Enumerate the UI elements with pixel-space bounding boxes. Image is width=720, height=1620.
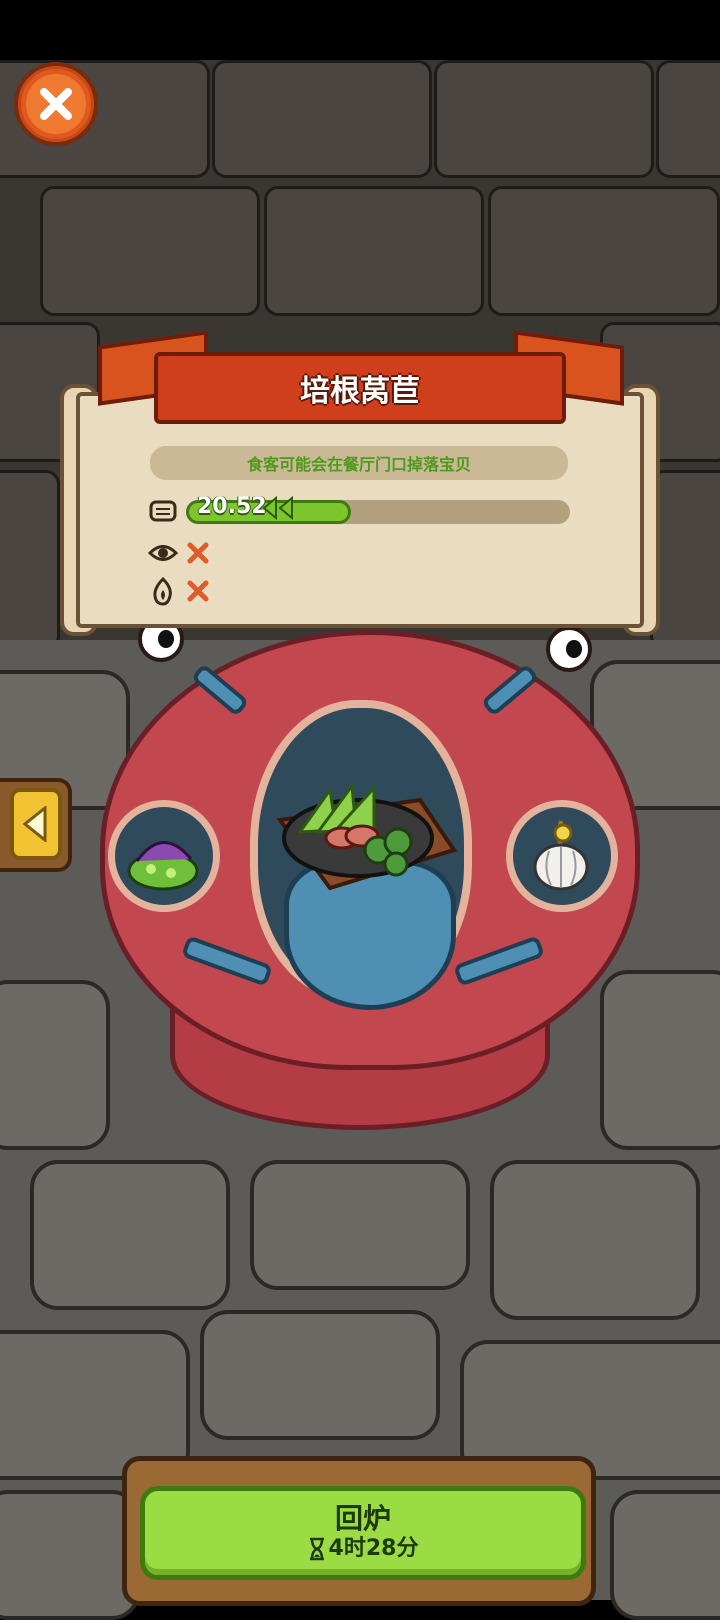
unavailable-x-icon xyxy=(187,542,209,564)
table-icon xyxy=(149,500,177,522)
dish-description-bar: 食客可能会在餐厅门口掉落宝贝 xyxy=(150,446,568,480)
bacon-lettuce-dish[interactable] xyxy=(270,780,460,890)
unavailable-x-icon xyxy=(187,580,209,602)
previous-button[interactable] xyxy=(10,788,62,860)
flame-icon xyxy=(153,576,172,606)
dish-title-banner: 培根莴苣 xyxy=(154,352,566,424)
close-button-inner xyxy=(26,74,86,134)
recook-button[interactable]: 回炉 4时28分 xyxy=(140,1486,586,1580)
garlic-icon xyxy=(533,820,589,891)
dish-description: 食客可能会在餐厅门口掉落宝贝 xyxy=(246,455,471,474)
monster-eye-right xyxy=(546,626,592,672)
close-icon xyxy=(40,88,72,120)
dish-progress-value: 20.52 xyxy=(197,494,267,519)
purple-mushroom-bowl-icon xyxy=(127,841,199,891)
recook-timer-text: 4时28分 xyxy=(328,1536,419,1561)
hourglass-icon xyxy=(309,1537,324,1561)
dish-title: 培根莴苣 xyxy=(300,374,420,409)
recook-timer: 4时28分 xyxy=(308,1535,419,1563)
eye-icon xyxy=(148,545,178,561)
status-bar xyxy=(0,0,720,60)
ingredient-socket-left[interactable] xyxy=(108,800,220,912)
ingredient-socket-right[interactable] xyxy=(506,800,618,912)
chevron-left-icon xyxy=(23,806,47,842)
close-button[interactable] xyxy=(14,62,98,146)
recook-label: 回炉 xyxy=(334,1502,391,1535)
double-arrow-left-icon xyxy=(262,496,293,520)
